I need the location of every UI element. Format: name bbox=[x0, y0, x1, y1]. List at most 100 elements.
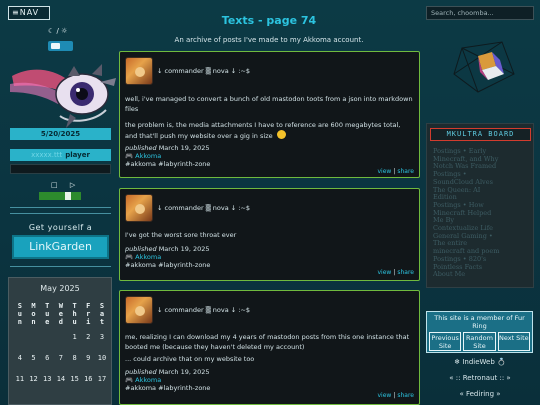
avatar[interactable] bbox=[125, 296, 153, 324]
current-date: 5/20/2025 bbox=[10, 128, 111, 140]
share-link[interactable]: share bbox=[397, 392, 414, 399]
next-site-button[interactable]: Next Site bbox=[497, 332, 530, 351]
webring-item[interactable]: About Me bbox=[433, 271, 529, 279]
calendar-weekday: r bbox=[86, 310, 91, 318]
post-category[interactable]: Akkoma bbox=[135, 152, 161, 160]
nav-menu-button[interactable]: ≡NAV bbox=[8, 6, 50, 20]
divider bbox=[10, 266, 111, 267]
post-meta: published March 19, 2025 🎮 Akkoma #akkom… bbox=[125, 368, 210, 392]
calendar-weekday: h bbox=[72, 310, 77, 318]
post-tags[interactable]: #akkoma #labyrinth-zone bbox=[125, 160, 210, 168]
calendar-weekday: S bbox=[17, 302, 22, 310]
post-actions: view | share bbox=[377, 392, 415, 399]
previous-site-button[interactable]: Previous Site bbox=[429, 332, 462, 351]
calendar-day: 10 bbox=[97, 354, 107, 362]
calendar-weekday: o bbox=[31, 310, 36, 318]
calendar-weekday: T bbox=[72, 302, 77, 310]
post-text: well, i've managed to convert a bunch of… bbox=[125, 95, 413, 113]
player-track-bar[interactable] bbox=[10, 164, 111, 174]
theme-mode-icons: ☾ / ☼ bbox=[48, 27, 68, 35]
view-link[interactable]: view bbox=[378, 269, 392, 276]
gamepad-icon: 🎮 bbox=[125, 376, 134, 384]
calendar-weekday: a bbox=[99, 310, 105, 318]
theme-toggle[interactable] bbox=[48, 41, 73, 51]
calendar-day: 12 bbox=[29, 375, 38, 383]
toggle-knob bbox=[51, 43, 60, 49]
grimace-emoji-icon bbox=[276, 130, 286, 139]
player-controls[interactable]: □ ▷ bbox=[51, 181, 80, 189]
post-handle[interactable]: ↓ commander ▒ nova ↓ :~$ bbox=[157, 67, 250, 75]
calendar-weekday: n bbox=[17, 318, 22, 326]
calendar-day: 5 bbox=[31, 354, 36, 362]
post-category[interactable]: Akkoma bbox=[135, 253, 161, 261]
post-date: March 19, 2025 bbox=[158, 368, 210, 376]
random-site-button[interactable]: Random Site bbox=[463, 332, 496, 351]
indieweb-ring-link[interactable]: ❄ IndieWeb 💍 bbox=[426, 358, 534, 366]
post-handle[interactable]: ↓ commander ▒ nova ↓ :~$ bbox=[157, 204, 250, 212]
post-meta: published March 19, 2025 🎮 Akkoma #akkom… bbox=[125, 245, 210, 269]
calendar-weekday: u bbox=[45, 310, 50, 318]
calendar-weekday: t bbox=[99, 318, 105, 326]
calendar-day bbox=[13, 333, 27, 341]
calendar-day: 13 bbox=[43, 375, 52, 383]
post-tags[interactable]: #akkoma #labyrinth-zone bbox=[125, 384, 210, 392]
calendar-weekday: T bbox=[45, 302, 50, 310]
fur-ring-buttons: Previous Site Random Site Next Site bbox=[429, 332, 530, 351]
calendar-weekday: F bbox=[86, 302, 91, 310]
retronaut-ring-link[interactable]: « :: Retronaut :: » bbox=[426, 374, 534, 382]
calendar-day: 8 bbox=[72, 354, 77, 362]
calendar-grid: S M T W T F S u o u e h r a n n e d u i … bbox=[13, 302, 109, 383]
fediring-link[interactable]: « Fediring » bbox=[426, 390, 534, 398]
share-link[interactable]: share bbox=[397, 168, 414, 175]
post-date: March 19, 2025 bbox=[158, 245, 210, 253]
calendar-weekday: M bbox=[31, 302, 36, 310]
webring-board: MKULTRA BOARD Postings • Early Minecraft… bbox=[426, 123, 534, 288]
player-track-text: xxxxx.ttt bbox=[31, 151, 63, 159]
fur-ring-title: This site is a member of Fur Ring bbox=[434, 314, 525, 330]
post-card: ↓ commander ▒ nova ↓ :~$ me, realizing I… bbox=[119, 290, 420, 405]
player-label: player bbox=[65, 151, 90, 159]
avatar[interactable] bbox=[125, 194, 153, 222]
wireframe-cube-illustration bbox=[453, 41, 515, 93]
view-link[interactable]: view bbox=[378, 392, 392, 399]
calendar-weekday: u bbox=[72, 318, 77, 326]
calendar-weekday: e bbox=[45, 318, 50, 326]
post-text: ... could archive that on my website too bbox=[125, 355, 255, 363]
calendar-day: 7 bbox=[58, 354, 64, 362]
calendar-weekday: d bbox=[58, 318, 64, 326]
view-link[interactable]: view bbox=[378, 168, 392, 175]
post-actions: view | share bbox=[377, 168, 415, 175]
calendar-title: May 2025 bbox=[40, 284, 80, 293]
share-link[interactable]: share bbox=[397, 269, 414, 276]
volume-slider[interactable] bbox=[39, 192, 81, 200]
calendar-weekday: W bbox=[58, 302, 64, 310]
post-card: ↓ commander ▒ nova ↓ :~$ I've got the wo… bbox=[119, 188, 420, 281]
calendar-day: 14 bbox=[56, 375, 66, 383]
webring-board-title: MKULTRA BOARD bbox=[430, 128, 531, 141]
published-label: published bbox=[125, 368, 157, 376]
gamepad-icon: 🎮 bbox=[125, 152, 134, 160]
gamepad-icon: 🎮 bbox=[125, 253, 134, 261]
fur-ring-widget: This site is a member of Fur Ring Previo… bbox=[426, 311, 533, 353]
post-text-content: the problem is, the media attachments I … bbox=[125, 121, 401, 140]
calendar-day: 2 bbox=[86, 333, 91, 341]
linkgarden-prompt: Get yourself a bbox=[28, 223, 93, 232]
linkgarden-button[interactable]: LinkGarden bbox=[12, 235, 109, 259]
page-title: Texts - page 74 bbox=[221, 14, 317, 27]
volume-slider-thumb[interactable] bbox=[65, 192, 71, 200]
calendar-day bbox=[40, 333, 54, 341]
calendar-day: 4 bbox=[17, 354, 22, 362]
post-category[interactable]: Akkoma bbox=[135, 376, 161, 384]
calendar-day: 9 bbox=[86, 354, 91, 362]
post-handle[interactable]: ↓ commander ▒ nova ↓ :~$ bbox=[157, 306, 250, 314]
divider bbox=[10, 207, 111, 208]
post-date: March 19, 2025 bbox=[158, 144, 210, 152]
page-subtitle: An archive of posts I've made to my Akko… bbox=[174, 36, 364, 44]
search-input[interactable]: Search, choomba... bbox=[426, 6, 534, 20]
post-tags[interactable]: #akkoma #labyrinth-zone bbox=[125, 261, 210, 269]
avatar[interactable] bbox=[125, 57, 153, 85]
calendar-weekday: e bbox=[58, 310, 64, 318]
calendar-weekday: i bbox=[86, 318, 91, 326]
divider bbox=[10, 213, 111, 214]
mechanical-eye-illustration bbox=[10, 64, 116, 128]
